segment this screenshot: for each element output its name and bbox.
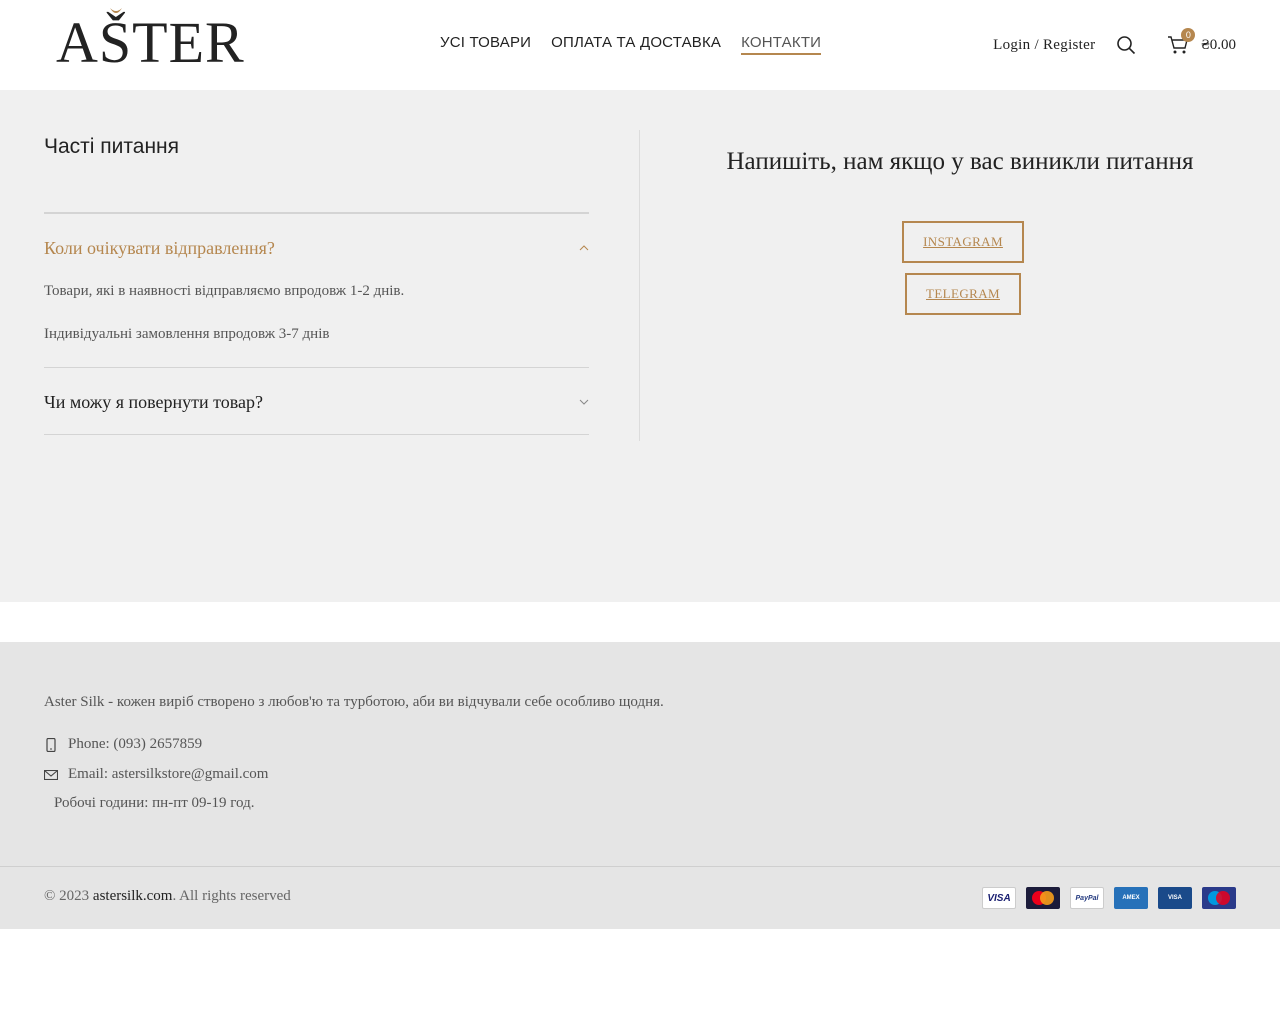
copyright-suffix: . All rights reserved: [172, 888, 291, 904]
logo-text: AŠTER: [56, 10, 245, 75]
cart-button[interactable]: 0 ₴0.00: [1167, 28, 1236, 55]
search-icon[interactable]: [1115, 34, 1137, 56]
nav-contacts[interactable]: КОНТАКТИ: [741, 34, 822, 55]
cart-total: ₴0.00: [1201, 36, 1236, 53]
telegram-button[interactable]: Telegram: [905, 273, 1021, 315]
main-nav: УСІ ТОВАРИ ОПЛАТА ТА ДОСТАВКА КОНТАКТИ: [440, 34, 822, 55]
contact-title: Напишіть, нам якщо у вас виникли питання: [726, 148, 1194, 175]
faq-section: Часті питання Коли очікувати відправленн…: [44, 130, 589, 435]
faq-question-returns[interactable]: Чи можу я повернути товар?: [44, 368, 589, 434]
footer-email: Email: astersilkstore@gmail.com: [44, 766, 268, 783]
main-content: Часті питання Коли очікувати відправленн…: [0, 90, 1280, 602]
faq-answer: Товари, які в наявності відправляємо впр…: [44, 280, 589, 367]
contact-section: Напишіть, нам якщо у вас виникли питання…: [640, 148, 1280, 315]
faq-question-text: Чи можу я повернути товар?: [44, 391, 264, 412]
footer-phone: Phone: (093) 2657859: [44, 736, 202, 753]
site-logo[interactable]: AŠTER: [56, 8, 248, 72]
faq-item: Чи можу я повернути товар?: [44, 368, 589, 435]
copyright-prefix: © 2023: [44, 888, 90, 904]
mastercard-icon: [1026, 887, 1060, 909]
faq-answer-line: Товари, які в наявності відправляємо впр…: [44, 283, 405, 299]
header-actions: Login / Register 0 ₴0.00: [993, 28, 1236, 62]
chevron-down-icon: [579, 399, 589, 405]
nav-all-products[interactable]: УСІ ТОВАРИ: [440, 34, 531, 55]
copyright-site-link[interactable]: astersilk.com: [93, 888, 173, 904]
email-text[interactable]: Email: astersilkstore@gmail.com: [68, 766, 268, 783]
footer-hours: Робочі години: пн-пт 09-19 год.: [54, 795, 255, 812]
site-footer: Aster Silk - кожен виріб створено з любо…: [0, 642, 1280, 866]
phone-text[interactable]: Phone: (093) 2657859: [68, 736, 202, 753]
faq-title: Часті питання: [44, 135, 180, 158]
maestro-icon: [1202, 887, 1236, 909]
paypal-icon: PayPal: [1070, 887, 1104, 909]
payment-methods: VISA PayPal AMEX VISA: [982, 887, 1236, 909]
visa-icon: VISA: [982, 887, 1016, 909]
footer-about: Aster Silk - кожен виріб створено з любо…: [44, 694, 664, 710]
american-express-icon: AMEX: [1114, 887, 1148, 909]
site-header: AŠTER УСІ ТОВАРИ ОПЛАТА ТА ДОСТАВКА КОНТ…: [0, 0, 1280, 90]
chevron-up-icon: [579, 245, 589, 251]
nav-payment-delivery[interactable]: ОПЛАТА ТА ДОСТАВКА: [551, 34, 721, 55]
faq-question-text: Коли очікувати відправлення?: [44, 237, 275, 258]
envelope-icon: [44, 768, 58, 782]
column-divider: [639, 130, 640, 441]
copyright: © 2023 astersilk.com. All rights reserve…: [44, 888, 291, 905]
cart-count-badge: 0: [1181, 28, 1196, 42]
faq-answer-line: Індивідуальні замовлення впродовж 3-7 дн…: [44, 326, 330, 342]
visa-electron-icon: VISA: [1158, 887, 1192, 909]
hours-text: Робочі години: пн-пт 09-19 год.: [54, 795, 255, 811]
faq-item: Коли очікувати відправлення? Товари, які…: [44, 214, 589, 368]
login-register-link[interactable]: Login / Register: [993, 37, 1095, 54]
faq-question-shipping[interactable]: Коли очікувати відправлення?: [44, 214, 589, 280]
phone-icon: [44, 737, 58, 752]
instagram-button[interactable]: Instagram: [902, 221, 1024, 263]
footer-bottom-bar: © 2023 astersilk.com. All rights reserve…: [0, 866, 1280, 929]
